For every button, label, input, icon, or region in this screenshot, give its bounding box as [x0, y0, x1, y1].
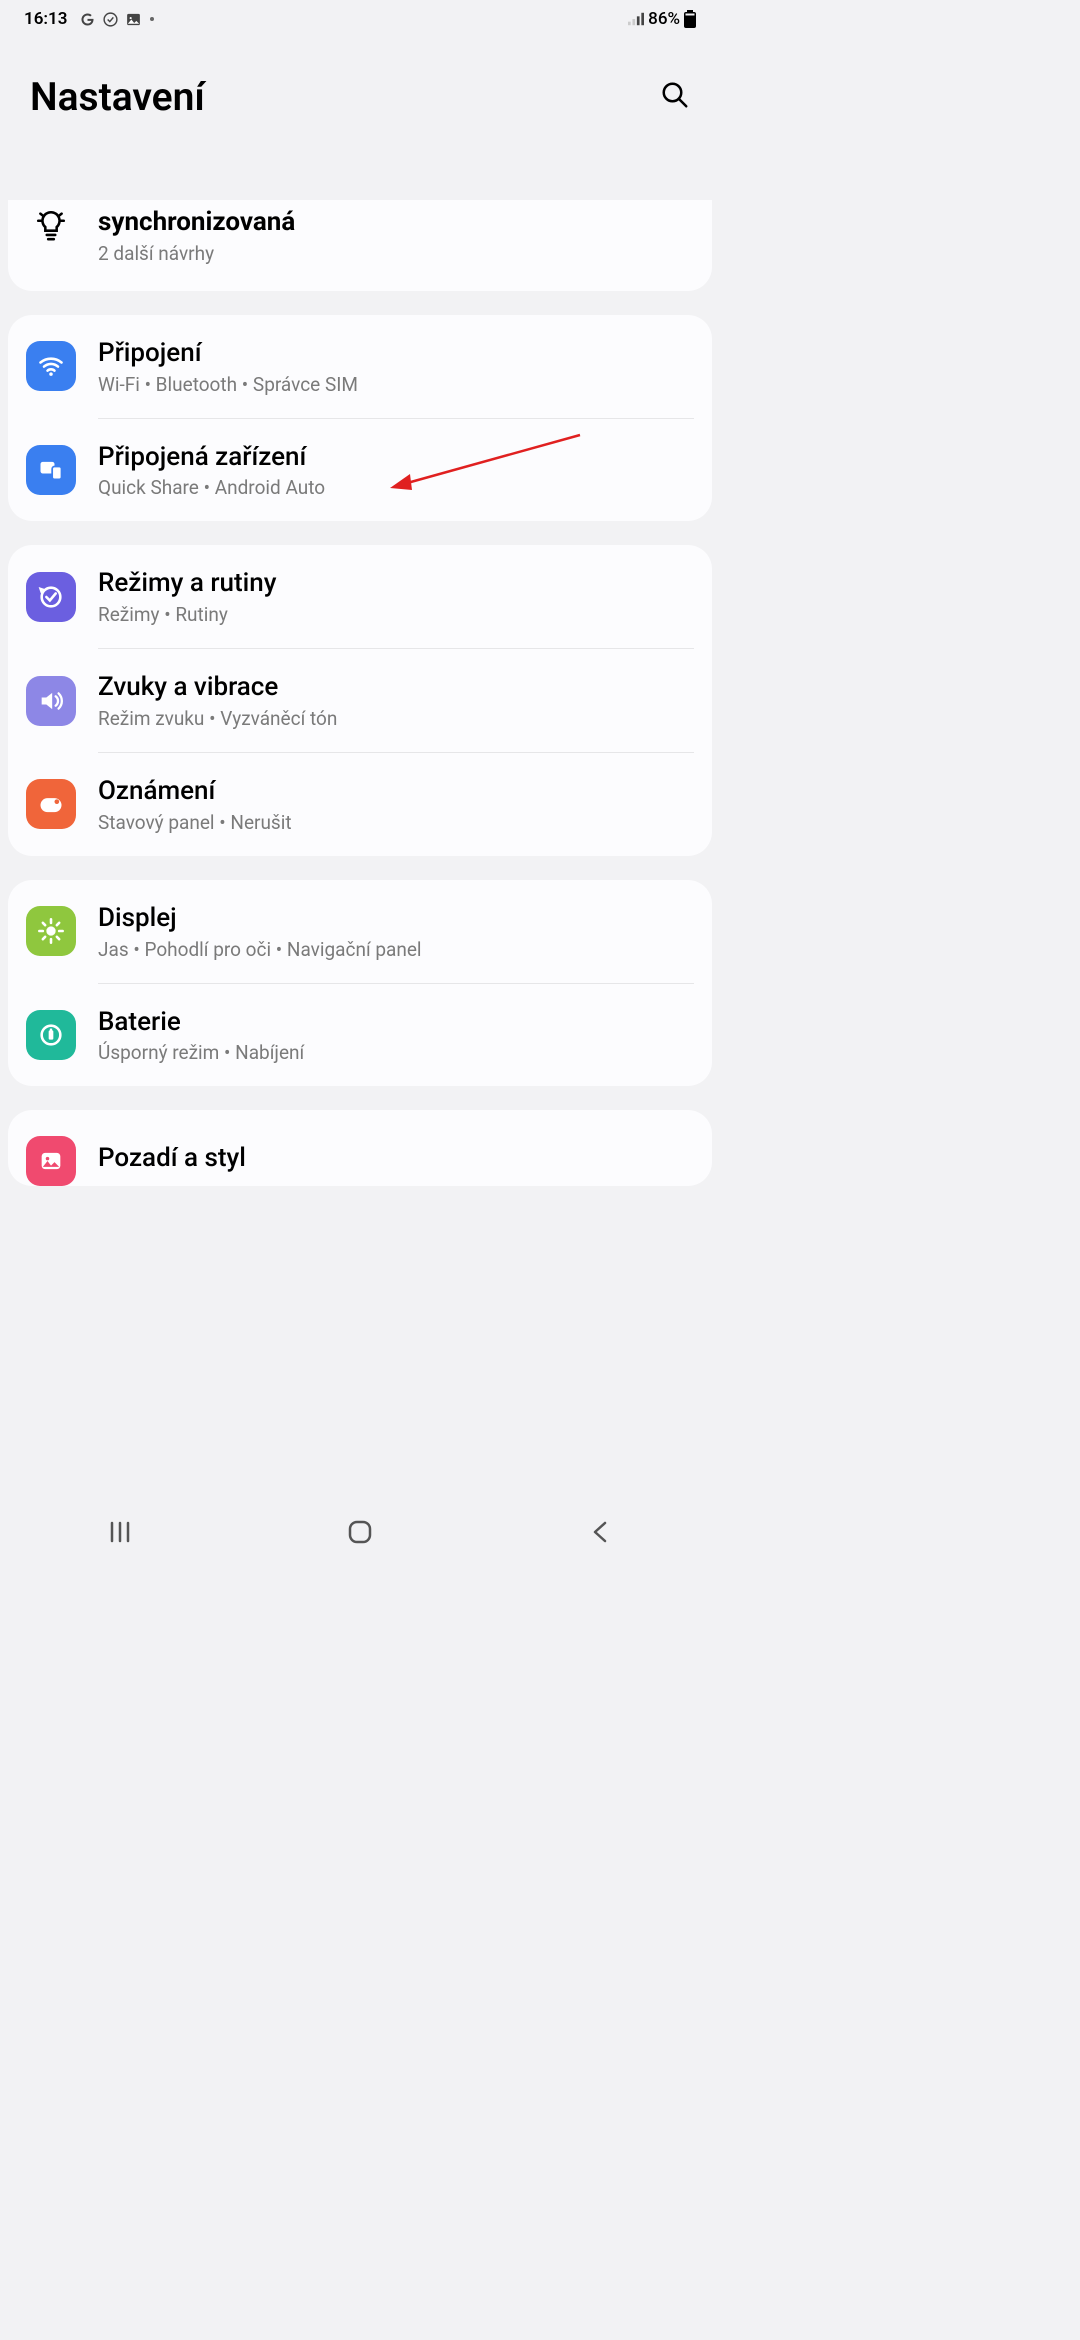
battery-icon [684, 10, 696, 28]
devices-icon [26, 445, 76, 495]
suggestion-sub: 2 další návrhy [98, 242, 694, 265]
sound-icon [26, 676, 76, 726]
row-title: Připojená zařízení [98, 441, 694, 475]
suggestion-content: synchronizovaná 2 další návrhy [98, 206, 694, 265]
status-time: 16:13 [24, 9, 67, 29]
google-icon [79, 11, 96, 28]
search-button[interactable] [660, 80, 690, 114]
dot-icon [150, 17, 154, 21]
search-icon [660, 80, 690, 110]
battery-setting-icon [26, 1010, 76, 1060]
row-title: Oznámení [98, 775, 694, 809]
suggestion-title: synchronizovaná [98, 206, 694, 240]
status-notif-icons [79, 11, 154, 28]
row-connected-devices[interactable]: Připojená zařízení Quick Share • Android… [8, 419, 712, 522]
wallpaper-icon [26, 1136, 76, 1186]
group-modes: Režimy a rutiny Režimy • Rutiny Zvuky a … [8, 545, 712, 855]
status-bar: 16:13 86% [0, 0, 720, 34]
row-title: Zvuky a vibrace [98, 671, 694, 705]
row-wallpaper[interactable]: Pozadí a styl [8, 1110, 712, 1186]
row-sub: Jas • Pohodlí pro oči • Navigační panel [98, 938, 694, 961]
back-icon [590, 1519, 610, 1545]
navigation-bar [0, 1504, 720, 1560]
row-modes-routines[interactable]: Režimy a rutiny Režimy • Rutiny [8, 545, 712, 648]
row-notifications[interactable]: Oznámení Stavový panel • Nerušit [8, 753, 712, 856]
row-title: Displej [98, 902, 694, 936]
row-title: Baterie [98, 1006, 694, 1040]
notifications-icon [26, 779, 76, 829]
row-title: Režimy a rutiny [98, 567, 694, 601]
battery-pct: 86% [648, 9, 680, 29]
image-icon [125, 11, 142, 28]
group-wallpaper: Pozadí a styl [8, 1110, 712, 1186]
row-title: Připojení [98, 337, 694, 371]
row-sub: Režim zvuku • Vyzváněcí tón [98, 707, 694, 730]
row-sub: Režimy • Rutiny [98, 603, 694, 626]
suggestion-row[interactable]: synchronizovaná 2 další návrhy [8, 200, 712, 291]
row-sub: Wi-Fi • Bluetooth • Správce SIM [98, 373, 694, 396]
row-display[interactable]: Displej Jas • Pohodlí pro oči • Navigačn… [8, 880, 712, 983]
row-sub: Quick Share • Android Auto [98, 476, 694, 499]
row-connections[interactable]: Připojení Wi-Fi • Bluetooth • Správce SI… [8, 315, 712, 418]
page-title: Nastavení [30, 74, 205, 120]
display-icon [26, 906, 76, 956]
status-left: 16:13 [24, 9, 154, 29]
lightbulb-icon [26, 208, 76, 242]
check-circle-icon [102, 11, 119, 28]
group-display: Displej Jas • Pohodlí pro oči • Navigačn… [8, 880, 712, 1087]
settings-header: Nastavení [0, 34, 720, 146]
nav-back-button[interactable] [560, 1519, 640, 1545]
row-sounds[interactable]: Zvuky a vibrace Režim zvuku • Vyzváněcí … [8, 649, 712, 752]
row-battery[interactable]: Baterie Úsporný režim • Nabíjení [8, 984, 712, 1087]
group-connections: Připojení Wi-Fi • Bluetooth • Správce SI… [8, 315, 712, 522]
wifi-icon [26, 341, 76, 391]
suggestion-card[interactable]: synchronizovaná 2 další návrhy [8, 200, 712, 291]
nav-recents-button[interactable] [80, 1520, 160, 1544]
routines-icon [26, 572, 76, 622]
recents-icon [106, 1520, 134, 1544]
home-icon [347, 1519, 373, 1545]
status-right: 86% [628, 9, 696, 29]
settings-scroll[interactable]: synchronizovaná 2 další návrhy Připojení… [0, 200, 720, 1504]
row-sub: Stavový panel • Nerušit [98, 811, 694, 834]
nav-home-button[interactable] [320, 1519, 400, 1545]
row-title: Pozadí a styl [98, 1142, 694, 1176]
signal-icon [628, 12, 644, 26]
row-sub: Úsporný režim • Nabíjení [98, 1041, 694, 1064]
